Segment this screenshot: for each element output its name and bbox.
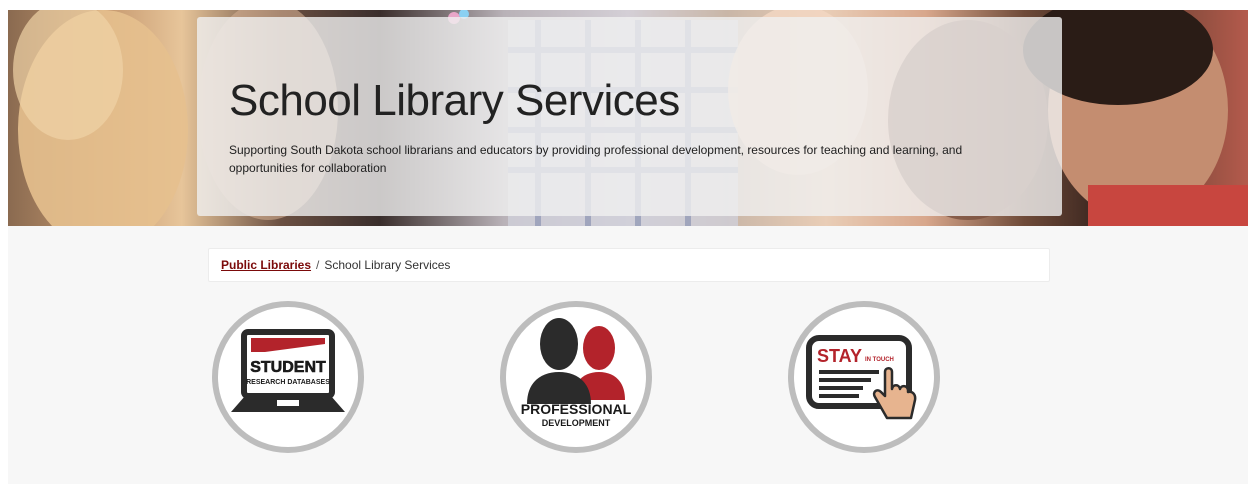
laptop-icon: STUDENT RESEARCH DATABASES — [212, 301, 364, 453]
page-frame: School Library Services Supporting South… — [8, 10, 1248, 484]
professional-development-tile[interactable]: PROFESSIONAL DEVELOPMENT — [499, 300, 653, 454]
breadcrumb-link-public-libraries[interactable]: Public Libraries — [221, 258, 311, 272]
breadcrumb-current: School Library Services — [324, 258, 451, 272]
tile-line2-research-databases: RESEARCH DATABASES — [246, 379, 330, 386]
tile-line1-professional: PROFESSIONAL — [521, 401, 632, 417]
breadcrumb-separator: / — [316, 258, 320, 272]
people-icon: PROFESSIONAL DEVELOPMENT — [500, 301, 652, 453]
touchscreen-hand-icon: STAY IN TOUCH — [788, 301, 940, 453]
tile-line1-stay: STAY — [817, 346, 862, 366]
stay-in-touch-tile[interactable]: STAY IN TOUCH — [787, 300, 941, 454]
service-tiles: STUDENT RESEARCH DATABASES PROFESSIONAL … — [8, 300, 1248, 460]
hero-card: School Library Services Supporting South… — [197, 17, 1062, 216]
hero-subtitle: Supporting South Dakota school librarian… — [229, 143, 963, 175]
student-research-databases-tile[interactable]: STUDENT RESEARCH DATABASES — [211, 300, 365, 454]
tile-line2-in-touch: IN TOUCH — [865, 357, 894, 363]
page-title: School Library Services — [229, 76, 680, 125]
tile-line1-student: STUDENT — [250, 359, 326, 376]
breadcrumb: Public Libraries / School Library Services — [208, 248, 1050, 282]
hero-banner: School Library Services Supporting South… — [8, 10, 1248, 226]
tile-line2-development: DEVELOPMENT — [542, 418, 611, 428]
